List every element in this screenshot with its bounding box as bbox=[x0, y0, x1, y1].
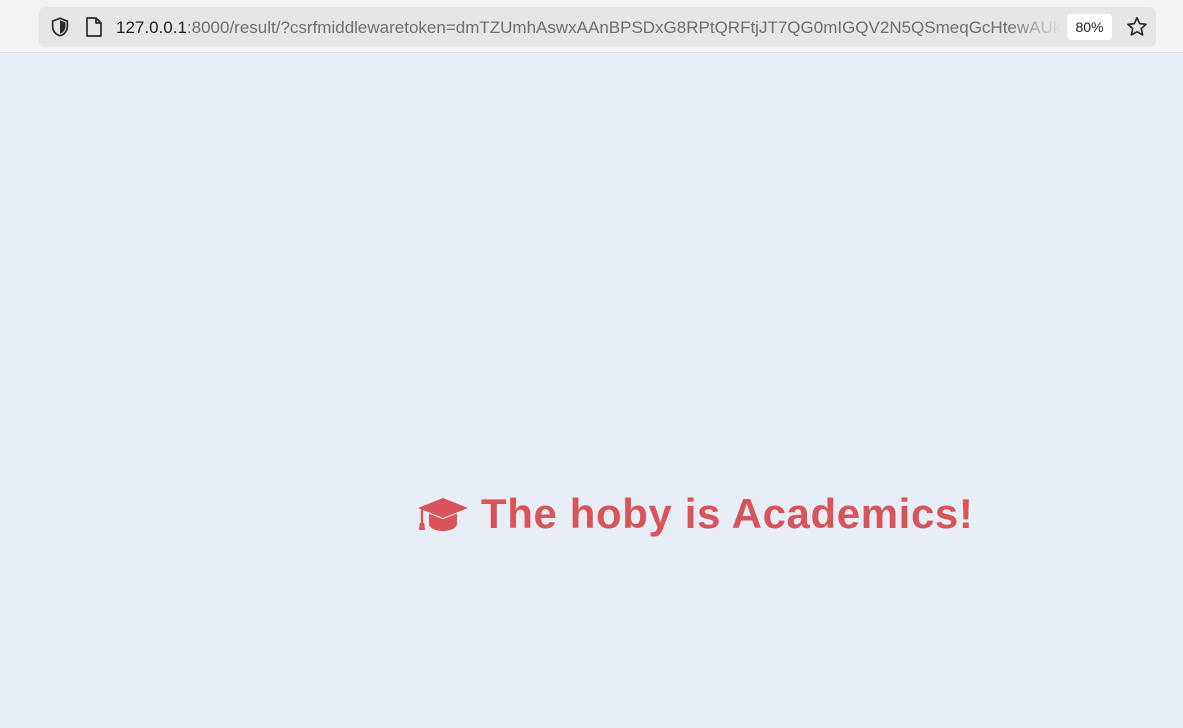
result-heading: The hoby is Academics! bbox=[417, 489, 973, 539]
page-icon[interactable] bbox=[85, 17, 103, 37]
url-text[interactable]: 127.0.0.1:8000/result/?csrfmiddlewaretok… bbox=[116, 7, 1064, 47]
shield-icon[interactable] bbox=[49, 16, 71, 38]
zoom-level-badge[interactable]: 80% bbox=[1067, 14, 1112, 40]
browser-toolbar: 127.0.0.1:8000/result/?csrfmiddlewaretok… bbox=[0, 0, 1183, 53]
address-bar[interactable]: 127.0.0.1:8000/result/?csrfmiddlewaretok… bbox=[39, 7, 1156, 47]
graduation-cap-icon bbox=[418, 498, 468, 531]
page-content: The hoby is Academics! bbox=[0, 53, 1183, 728]
url-host: 127.0.0.1 bbox=[116, 18, 187, 37]
result-message: The hoby is Academics! bbox=[481, 490, 974, 537]
star-icon[interactable] bbox=[1125, 15, 1149, 39]
url-path: :8000/result/?csrfmiddlewaretoken=dmTZUm… bbox=[186, 18, 1064, 37]
